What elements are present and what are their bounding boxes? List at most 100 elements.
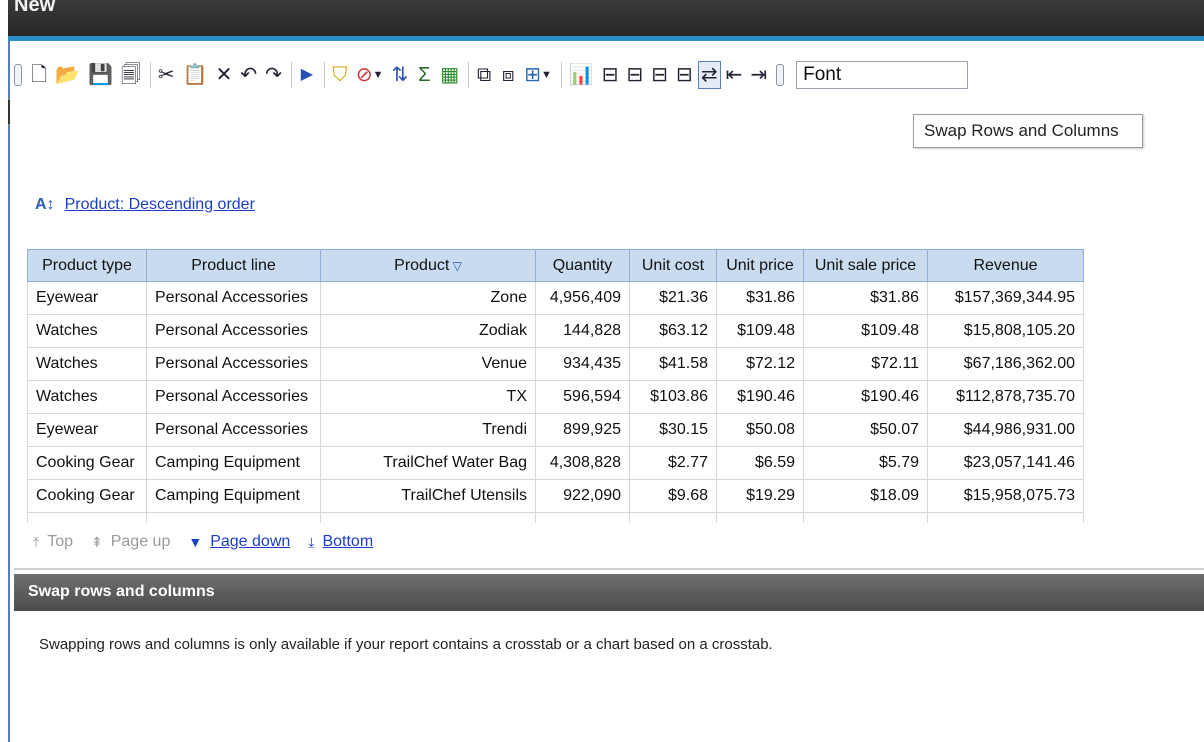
bottom-label[interactable]: Bottom — [322, 533, 373, 551]
cell-unit-cost[interactable]: $21.36 — [629, 281, 717, 315]
cell-product-line[interactable]: Personal Accessories — [146, 347, 321, 381]
suppress-button[interactable]: ⊘ ▼ — [353, 61, 387, 89]
cell-quantity[interactable]: 596,594 — [535, 380, 630, 414]
toolbar-grip-handle[interactable] — [14, 64, 22, 86]
cell-product[interactable]: TrailChef Water Bag — [320, 446, 536, 480]
cell-quantity[interactable]: 4,308,828 — [535, 446, 630, 480]
cell-product[interactable]: Zone — [320, 281, 536, 315]
cell-product-line[interactable]: Personal Accessories — [146, 281, 321, 315]
save-button[interactable]: 💾 — [85, 61, 116, 89]
calculate-button[interactable]: ▦ — [437, 61, 462, 89]
chart-button[interactable]: 📊 — [566, 61, 597, 89]
sort-button[interactable]: ⇅ — [389, 61, 412, 89]
cell-product-type[interactable]: Watches — [27, 380, 147, 414]
open-button[interactable]: 📂 — [52, 61, 83, 89]
summarize-button[interactable]: Σ — [413, 61, 435, 89]
cell-product-line[interactable]: Camping Equipment — [146, 446, 321, 480]
header-revenue[interactable]: Revenue — [927, 249, 1084, 282]
insert-row-after-button[interactable]: ⊟ — [624, 61, 647, 89]
header-unit-cost[interactable]: Unit cost — [629, 249, 717, 282]
cut-button[interactable]: ✂ — [155, 61, 178, 89]
group-button[interactable]: ⧉ — [473, 61, 495, 89]
delete-button[interactable]: ✕ — [213, 61, 236, 89]
cell-unit-price[interactable]: $72.12 — [716, 347, 804, 381]
chevron-down-icon[interactable]: ▼ — [541, 61, 552, 89]
cell-unit-sale-price[interactable]: $190.46 — [803, 380, 928, 414]
font-field[interactable]: Font — [796, 61, 969, 89]
cell-product[interactable]: TrailChef Utensils — [320, 479, 536, 513]
toolbar-grip-handle[interactable] — [776, 64, 785, 86]
cell-quantity[interactable]: 934,435 — [535, 347, 630, 381]
pivot-button[interactable]: ⊞ ▼ — [521, 61, 555, 89]
cell-unit-sale-price[interactable]: $109.48 — [803, 314, 928, 348]
cell-unit-cost[interactable]: $2.77 — [629, 446, 717, 480]
insert-column-after-button[interactable]: ⊟ — [673, 61, 696, 89]
header-product-line[interactable]: Product line — [146, 249, 321, 282]
cell-unit-price[interactable]: $6.59 — [716, 446, 804, 480]
redo-button[interactable]: ↷ — [262, 61, 285, 89]
cell-product-line[interactable]: Personal Accessories — [146, 380, 321, 414]
cell-revenue[interactable]: $15,958,075.73 — [927, 479, 1084, 513]
cell-product-type[interactable]: Cooking Gear — [27, 446, 147, 480]
cell-revenue[interactable]: $112,878,735.70 — [927, 380, 1084, 414]
cell-unit-sale-price[interactable]: $5.79 — [803, 446, 928, 480]
cell-unit-price[interactable]: $19.29 — [716, 479, 804, 513]
swap-rows-columns-button[interactable]: ⇄ — [697, 61, 721, 89]
header-unit-price[interactable]: Unit price — [716, 249, 804, 282]
run-button[interactable]: ▶ — [296, 61, 318, 89]
cell-unit-cost[interactable]: $103.86 — [629, 380, 717, 414]
cell-revenue[interactable]: $15,808,105.20 — [927, 314, 1084, 348]
cell-product-type[interactable]: Watches — [27, 314, 147, 348]
new-button[interactable]: 🗋 — [28, 61, 50, 89]
cell-product[interactable]: Venue — [320, 347, 536, 381]
sort-link[interactable]: Product: Descending order — [65, 196, 255, 214]
header-quantity[interactable]: Quantity — [535, 249, 630, 282]
cell-product-type[interactable]: Watches — [27, 347, 147, 381]
bottom-link[interactable]: ⤓ Bottom — [308, 533, 373, 551]
cell-unit-price[interactable]: $190.46 — [716, 380, 804, 414]
cell-product-line[interactable]: Personal Accessories — [146, 413, 321, 447]
cell-unit-cost[interactable]: $41.58 — [629, 347, 717, 381]
cell-quantity[interactable]: 899,925 — [535, 413, 630, 447]
cell-quantity[interactable]: 144,828 — [535, 314, 630, 348]
cell-product-type[interactable]: Cooking Gear — [27, 479, 147, 513]
save-as-button[interactable]: 🗐 — [118, 61, 144, 89]
undo-button[interactable]: ↶ — [237, 61, 260, 89]
chevron-down-icon[interactable]: ▼ — [373, 61, 384, 89]
header-product-type[interactable]: Product type — [27, 249, 147, 282]
cell-revenue[interactable]: $44,986,931.00 — [927, 413, 1084, 447]
cell-unit-sale-price[interactable]: $31.86 — [803, 281, 928, 315]
filter-button[interactable]: ⛉ — [329, 61, 351, 89]
ungroup-button[interactable]: ⧈ — [497, 61, 519, 89]
insert-column-button[interactable]: ⊟ — [648, 61, 671, 89]
page-down-link[interactable]: ▼ Page down — [188, 533, 290, 551]
cell-unit-price[interactable]: $109.48 — [716, 314, 804, 348]
cell-unit-sale-price[interactable]: $18.09 — [803, 479, 928, 513]
header-product[interactable]: Product ▽ — [320, 249, 536, 282]
cell-unit-cost[interactable]: $30.15 — [629, 413, 717, 447]
cell-product[interactable]: Zodiak — [320, 314, 536, 348]
cell-unit-cost[interactable]: $9.68 — [629, 479, 717, 513]
move-right-button[interactable]: ⇥ — [747, 61, 770, 89]
page-down-label[interactable]: Page down — [210, 533, 290, 551]
cell-revenue[interactable]: $67,186,362.00 — [927, 347, 1084, 381]
cell-product-type[interactable]: Eyewear — [27, 413, 147, 447]
insert-row-button[interactable]: ⊟ — [599, 61, 622, 89]
move-left-button[interactable]: ⇤ — [723, 61, 746, 89]
cell-quantity[interactable]: 922,090 — [535, 479, 630, 513]
cell-unit-sale-price[interactable]: $72.11 — [803, 347, 928, 381]
cell-unit-price[interactable]: $50.08 — [716, 413, 804, 447]
cell-unit-price[interactable]: $31.86 — [716, 281, 804, 315]
cell-unit-cost[interactable]: $63.12 — [629, 314, 717, 348]
cell-revenue[interactable]: $23,057,141.46 — [927, 446, 1084, 480]
cell-product-type[interactable]: Eyewear — [27, 281, 147, 315]
paste-button[interactable]: 📋 — [180, 61, 211, 89]
cell-revenue[interactable]: $157,369,344.95 — [927, 281, 1084, 315]
cell-product[interactable]: Trendi — [320, 413, 536, 447]
cell-product-line[interactable]: Personal Accessories — [146, 314, 321, 348]
cell-quantity[interactable]: 4,956,409 — [535, 281, 630, 315]
cell-product[interactable]: TX — [320, 380, 536, 414]
cell-product-line[interactable]: Camping Equipment — [146, 479, 321, 513]
cell-unit-sale-price[interactable]: $50.07 — [803, 413, 928, 447]
header-unit-sale-price[interactable]: Unit sale price — [803, 249, 928, 282]
